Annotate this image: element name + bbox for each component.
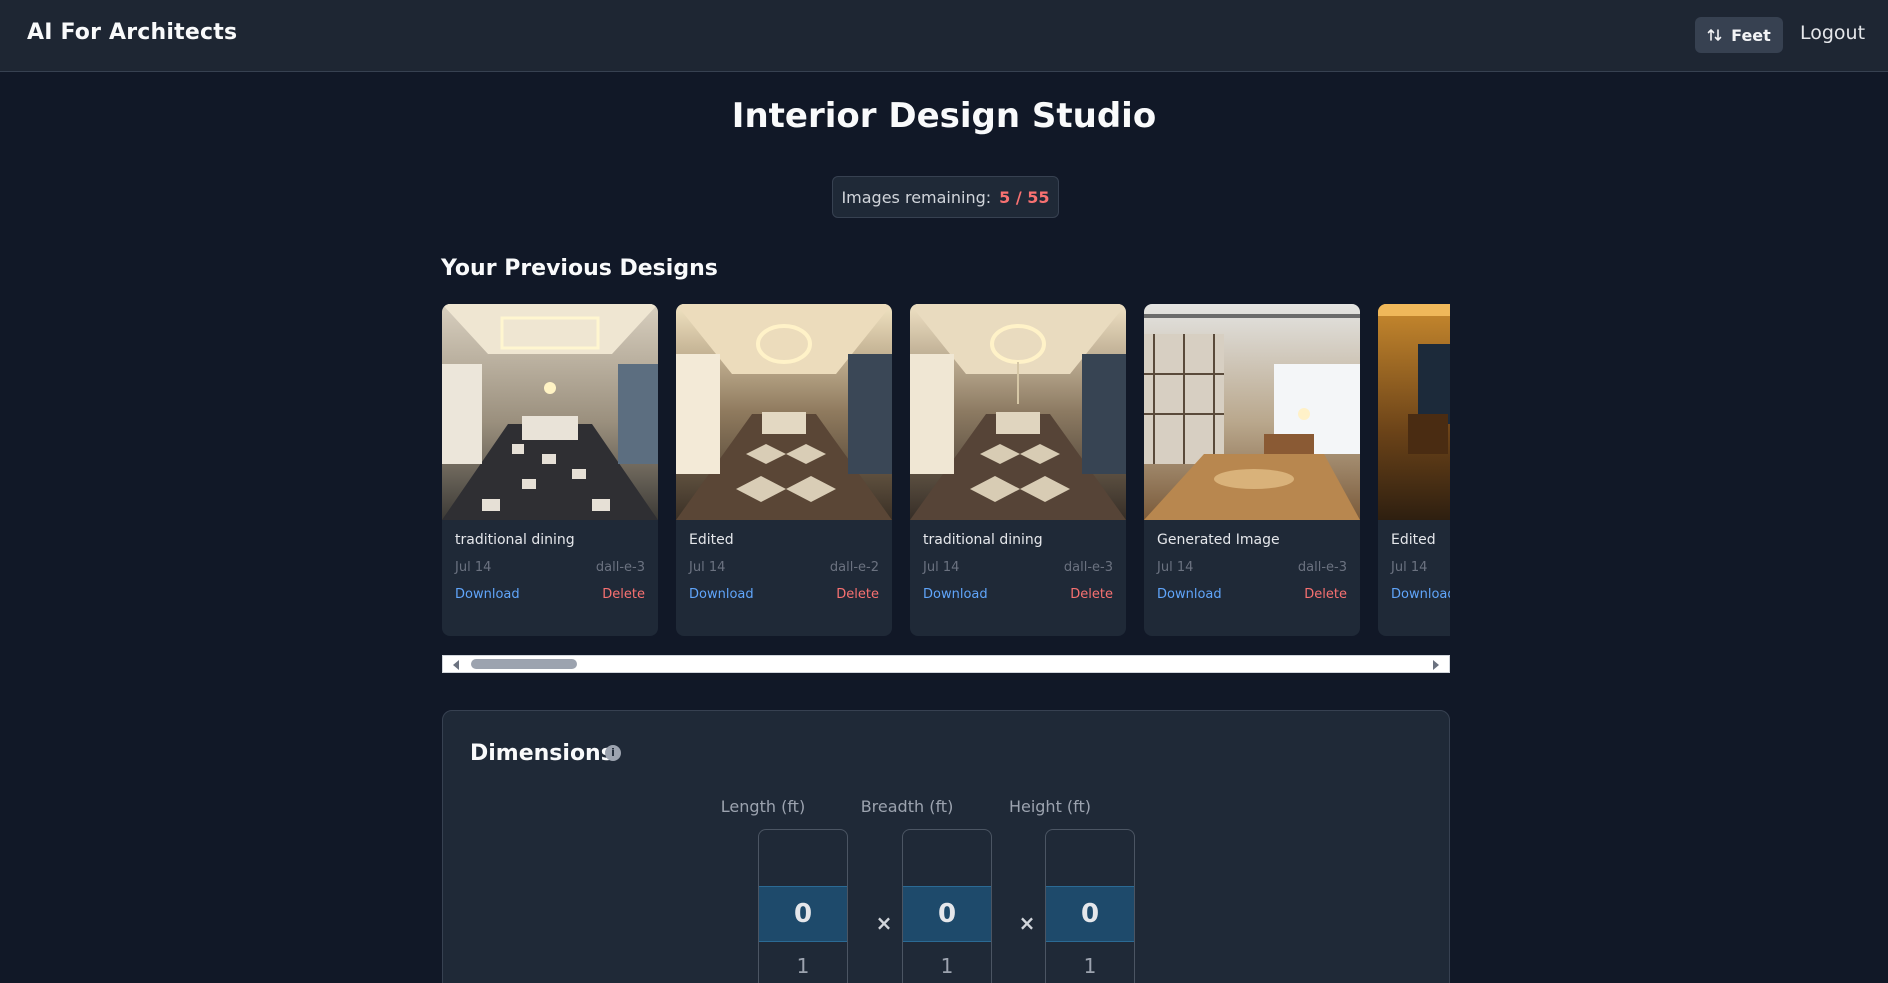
design-card: Edited Jul 14 Download (1378, 304, 1450, 636)
dimensions-panel: Dimensions i Length (ft) 0 1 × Breadth (… (442, 710, 1450, 983)
design-card-title: traditional dining (455, 532, 575, 548)
design-card-title: traditional dining (923, 532, 1043, 548)
design-thumbnail[interactable] (910, 304, 1126, 520)
design-gallery: traditional dining Jul 14 dall-e-3 Downl… (442, 304, 1450, 637)
download-link[interactable]: Download (1157, 587, 1222, 602)
height-next-value[interactable]: 1 (1046, 954, 1134, 978)
length-value[interactable]: 0 (759, 886, 847, 942)
design-thumbnail[interactable] (1144, 304, 1360, 520)
breadth-next-value[interactable]: 1 (903, 954, 991, 978)
height-value[interactable]: 0 (1046, 886, 1134, 942)
delete-link[interactable]: Delete (836, 587, 879, 602)
multiply-sign: × (875, 911, 893, 935)
dimensions-heading: Dimensions (470, 741, 614, 766)
top-navbar: AI For Architects Feet Logout (0, 0, 1888, 72)
images-remaining-badge: Images remaining: 5 / 55 (832, 176, 1059, 218)
delete-link[interactable]: Delete (1070, 587, 1113, 602)
multiply-sign: × (1018, 911, 1036, 935)
gallery-scrollbar[interactable] (442, 655, 1450, 673)
design-card: Generated Image Jul 14 dall-e-3 Download… (1144, 304, 1360, 636)
brand-logo-text[interactable]: AI For Architects (27, 20, 237, 45)
height-picker[interactable]: 0 1 (1045, 829, 1135, 983)
design-card: traditional dining Jul 14 dall-e-3 Downl… (910, 304, 1126, 636)
images-remaining-label: Images remaining: (841, 187, 992, 207)
design-thumbnail[interactable] (1378, 304, 1450, 520)
breadth-label: Breadth (ft) (860, 797, 954, 816)
design-card-title: Generated Image (1157, 532, 1280, 548)
unit-toggle-label: Feet (1731, 25, 1771, 45)
length-label: Length (ft) (720, 797, 806, 816)
download-link[interactable]: Download (689, 587, 754, 602)
swap-vertical-icon (1707, 29, 1722, 41)
design-card-date: Jul 14 (455, 560, 492, 575)
height-label: Height (ft) (1008, 797, 1092, 816)
delete-link[interactable]: Delete (602, 587, 645, 602)
design-card-title: Edited (689, 532, 734, 548)
page-title: Interior Design Studio (731, 96, 1157, 136)
scrollbar-thumb[interactable] (471, 659, 577, 669)
design-thumbnail[interactable] (676, 304, 892, 520)
previous-designs-heading: Your Previous Designs (441, 256, 718, 281)
breadth-picker[interactable]: 0 1 (902, 829, 992, 983)
design-card-date: Jul 14 (1391, 560, 1428, 575)
design-thumbnail[interactable] (442, 304, 658, 520)
unit-toggle-button[interactable]: Feet (1695, 17, 1783, 53)
design-card-model: dall-e-3 (1297, 560, 1347, 575)
design-card: Edited Jul 14 dall-e-2 Download Delete (676, 304, 892, 636)
length-next-value[interactable]: 1 (759, 954, 847, 978)
breadth-value[interactable]: 0 (903, 886, 991, 942)
design-card-date: Jul 14 (923, 560, 960, 575)
delete-link[interactable]: Delete (1304, 587, 1347, 602)
logout-button[interactable]: Logout (1800, 22, 1865, 44)
design-card: traditional dining Jul 14 dall-e-3 Downl… (442, 304, 658, 636)
images-remaining-count: 5 / 55 (999, 187, 1050, 207)
design-card-date: Jul 14 (1157, 560, 1194, 575)
download-link[interactable]: Download (455, 587, 520, 602)
design-card-model: dall-e-3 (1063, 560, 1113, 575)
info-icon[interactable]: i (605, 745, 621, 761)
design-card-date: Jul 14 (689, 560, 726, 575)
design-card-model: dall-e-2 (829, 560, 879, 575)
download-link[interactable]: Download (1391, 587, 1450, 602)
length-picker[interactable]: 0 1 (758, 829, 848, 983)
scroll-right-arrow-icon[interactable] (1433, 660, 1439, 670)
download-link[interactable]: Download (923, 587, 988, 602)
scroll-left-arrow-icon[interactable] (453, 660, 459, 670)
design-card-model: dall-e-3 (595, 560, 645, 575)
design-card-title: Edited (1391, 532, 1436, 548)
